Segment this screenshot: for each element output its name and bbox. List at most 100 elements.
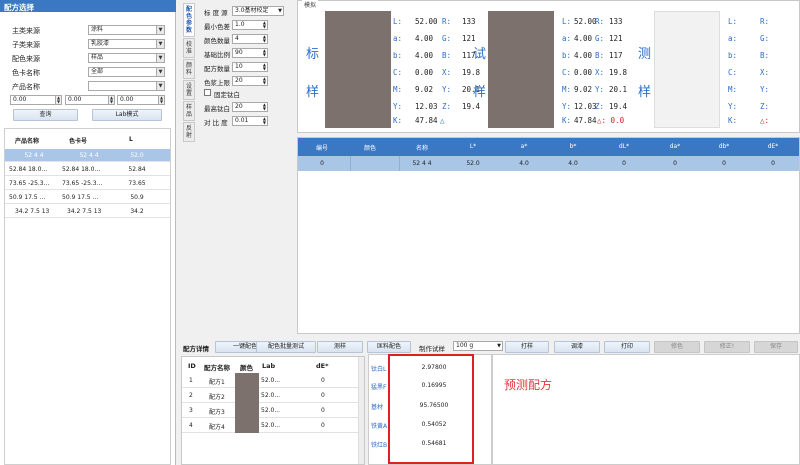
cell-color-swatch xyxy=(235,388,259,403)
tab-calibrate[interactable]: 校准 xyxy=(183,38,195,58)
measured-char-2: 样 xyxy=(638,85,652,100)
tab-pigments[interactable]: 颜料 xyxy=(183,59,195,79)
section-label-recipe-detail: 配方详情 xyxy=(183,345,209,353)
batch-test-button[interactable]: 配色批量测试 xyxy=(256,341,316,353)
material-match-button[interactable]: 匡料配色 xyxy=(367,341,411,353)
table-row[interactable]: 1 配方1 52.0... 0 xyxy=(182,373,364,388)
print-button[interactable]: 打印 xyxy=(604,341,650,353)
color-source-select[interactable]: 样品 ▼ xyxy=(88,53,165,63)
max-titanium-input[interactable]: 20 ▲ ▼ xyxy=(232,102,268,112)
revise-button[interactable]: 修正! xyxy=(704,341,750,353)
spinner-icon[interactable]: ▲ ▼ xyxy=(158,96,164,104)
cell-l: 73.65 xyxy=(128,180,146,187)
lab-a-input[interactable]: 0.00 ▲ ▼ xyxy=(65,95,115,105)
col-db: db* xyxy=(718,143,730,150)
std-val: 19.4 xyxy=(462,102,481,111)
col-b: b* xyxy=(569,143,577,150)
table-row[interactable]: 34.2 7.5 13 34.2 7.5 13 34.2 xyxy=(5,205,170,218)
min-delta-input[interactable]: 1.0 ▲ ▼ xyxy=(232,20,268,30)
trial-key: a: xyxy=(562,34,572,43)
spinner-icon[interactable]: ▲ ▼ xyxy=(55,96,61,104)
sample-amount-select[interactable]: 100 g ▼ xyxy=(453,341,503,351)
product-table-header: 产品名称 色卡号 L xyxy=(5,129,170,149)
spinner-icon[interactable]: ▲ ▼ xyxy=(263,21,266,29)
mix-paint-button[interactable]: 调漆 xyxy=(554,341,600,353)
table-row[interactable]: 52 4 4 52 4 4 52.0 xyxy=(5,149,170,162)
scrollbar[interactable] xyxy=(358,357,364,464)
std-key: B: xyxy=(442,51,452,60)
tab-settings[interactable]: 设置 xyxy=(183,80,195,100)
filter-label-product-name: 产品名称 xyxy=(12,83,40,91)
cell-lab: 52.0... xyxy=(261,422,281,429)
table-row[interactable]: 50.9 17.5 ... 50.9 17.5 ... 50.9 xyxy=(5,191,170,204)
table-row[interactable]: 3 配方3 52.0... 0 xyxy=(182,403,364,418)
param-label-max-titanium: 最高钛白 xyxy=(204,105,230,113)
trial-val: 20.1 xyxy=(609,85,628,94)
table-row[interactable]: 2 配方2 52.0... 0 xyxy=(182,388,364,403)
table-row[interactable]: 4 配方4 52.0... 0 xyxy=(182,418,364,433)
recipe-count-value: 10 xyxy=(235,63,243,70)
tab-reflectance[interactable]: 反射 xyxy=(183,122,195,142)
std-key: Y: xyxy=(393,102,403,111)
table-row[interactable]: 73.65 -25.3... 73.65 -25.3... 73.65 xyxy=(5,177,170,190)
measure-sample-button[interactable]: 测样 xyxy=(317,341,363,353)
fix-titanium-label: 固定钛白 xyxy=(214,91,240,99)
cell-name: 52 4 4 xyxy=(412,160,432,167)
trial-key: C: xyxy=(562,68,572,77)
spinner-icon[interactable]: ▲ ▼ xyxy=(263,77,266,85)
cell-b: 4.0 xyxy=(568,160,578,167)
spinner-icon[interactable]: ▲ ▼ xyxy=(263,103,266,111)
cell-card: 50.9 17.5 ... xyxy=(62,194,99,201)
standard-char-2: 样 xyxy=(306,85,320,100)
cell-de: 0 xyxy=(321,377,325,384)
trial-val: 19.8 xyxy=(609,68,628,77)
trial-key: B: xyxy=(595,51,605,60)
cell-card: 73.65 -25.3... xyxy=(62,180,103,187)
sub-source-select[interactable]: 乳胶漆 ▼ xyxy=(88,39,165,49)
col-l: L xyxy=(129,136,133,143)
print-sample-button[interactable]: 打样 xyxy=(505,341,549,353)
fix-titanium-checkbox[interactable] xyxy=(204,89,211,96)
tab-samples[interactable]: 样品 xyxy=(183,101,195,121)
cell-id: 2 xyxy=(189,392,193,399)
spinner-icon[interactable]: ▲ ▼ xyxy=(263,49,266,57)
col-name: 名称 xyxy=(415,145,428,152)
recipe-detail-table: ID 配方名称 颜色 Lab dE* 1 配方1 52.0... 0 2 配方2… xyxy=(181,356,365,465)
sample-label: 制作试样 xyxy=(419,345,445,353)
measured-key: K: xyxy=(728,116,738,125)
cell-card: 34.2 7.5 13 xyxy=(67,208,102,215)
trial-swatch xyxy=(488,11,554,128)
standard-source-select[interactable]: 3.0基材校定 ▼ xyxy=(232,6,284,16)
filter-label-main-source: 主类来源 xyxy=(12,27,40,35)
trial-key: b: xyxy=(562,51,572,60)
table-row[interactable]: 52.84 18.0... 52.84 18.0... 52.84 xyxy=(5,163,170,176)
correct-color-button[interactable]: 修色 xyxy=(654,341,700,353)
spinner-icon[interactable]: ▲ ▼ xyxy=(263,117,266,125)
cell-product: 52 4 4 xyxy=(24,152,44,159)
cell-name: 配方1 xyxy=(209,379,225,386)
tab-color-params[interactable]: 配色参数 xyxy=(183,3,195,37)
save-button[interactable]: 保存 xyxy=(754,341,798,353)
cell-dl: 0 xyxy=(622,160,626,167)
lab-b-input[interactable]: 0.00 ▲ ▼ xyxy=(117,95,165,105)
table-row[interactable]: 0 52 4 4 52.0 4.0 4.0 0 0 0 0 xyxy=(298,156,799,171)
paste-limit-input[interactable]: 20 ▲ ▼ xyxy=(232,76,268,86)
contrast-input[interactable]: 0.01 ▲ ▼ xyxy=(232,116,268,126)
filter-label-card-name: 色卡名称 xyxy=(12,69,40,77)
highlight-box xyxy=(388,354,474,464)
spinner-icon[interactable]: ▲ ▼ xyxy=(108,96,114,104)
params-panel: 标 度 源 3.0基材校定 ▼ 最小色差 1.0 ▲ ▼ 颜色数量 4 ▲ ▼ 基础比例 … xyxy=(198,2,294,132)
spinner-icon[interactable]: ▲ ▼ xyxy=(263,35,266,43)
query-button[interactable]: 查询 xyxy=(13,109,78,121)
std-key: R: xyxy=(442,17,452,26)
card-name-select[interactable]: 全部 ▼ xyxy=(88,67,165,77)
spinner-icon[interactable]: ▲ ▼ xyxy=(263,63,266,71)
color-count-input[interactable]: 4 ▲ ▼ xyxy=(232,34,268,44)
product-name-select[interactable]: ▼ xyxy=(88,81,165,91)
main-source-select[interactable]: 涂料 ▼ xyxy=(88,25,165,35)
recipe-count-input[interactable]: 10 ▲ ▼ xyxy=(232,62,268,72)
contrast-value: 0.01 xyxy=(235,117,249,124)
base-ratio-input[interactable]: 90 ▲ ▼ xyxy=(232,48,268,58)
lab-mode-button[interactable]: Lab模式 xyxy=(92,109,162,121)
lab-l-input[interactable]: 0.00 ▲ ▼ xyxy=(10,95,62,105)
